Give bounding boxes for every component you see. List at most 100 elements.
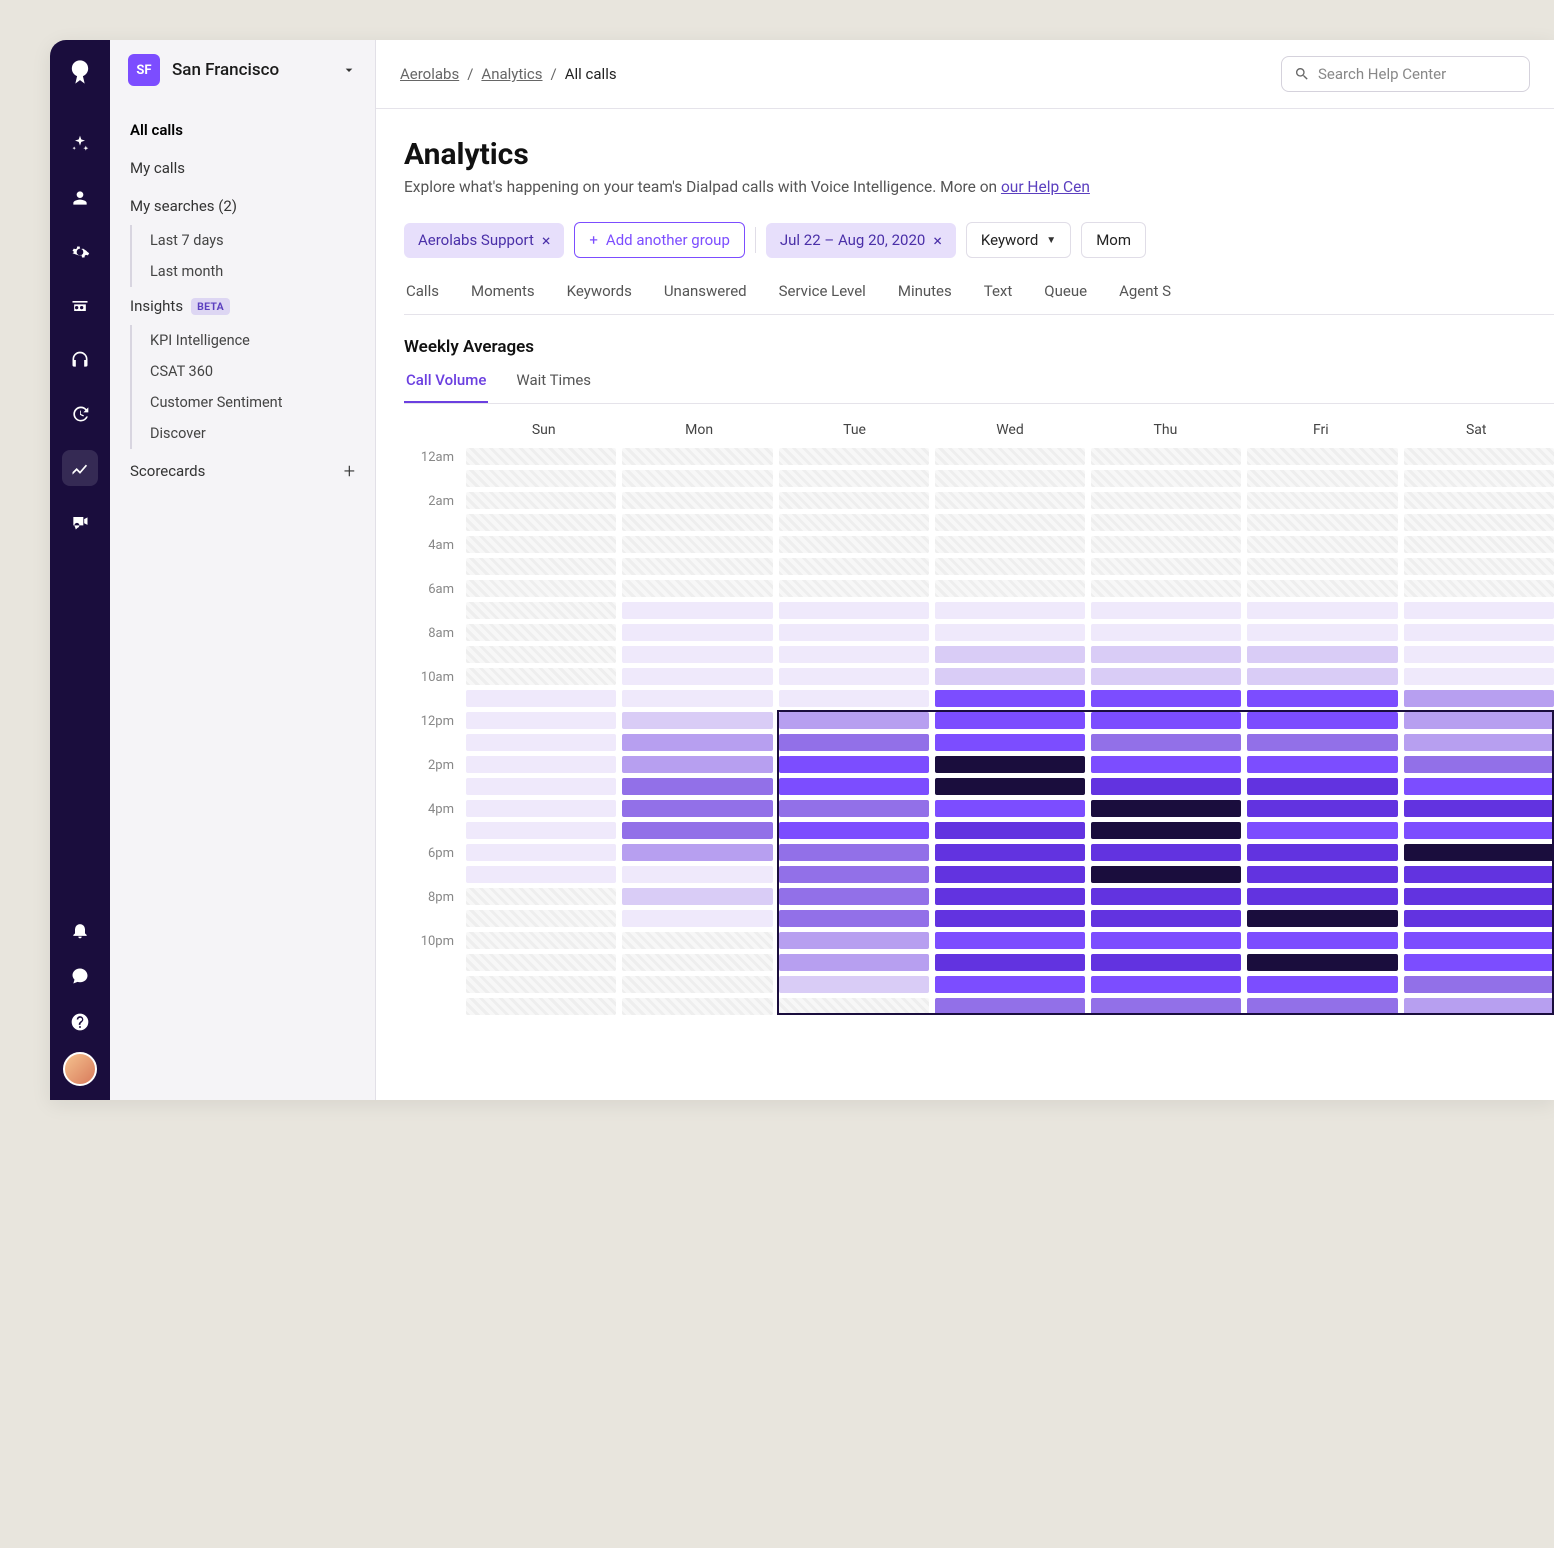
heatmap-cell[interactable]: [1247, 822, 1397, 839]
heatmap-cell[interactable]: [935, 800, 1085, 817]
heatmap-cell[interactable]: [466, 536, 616, 553]
user-avatar[interactable]: [63, 1052, 97, 1086]
tab[interactable]: Calls: [404, 282, 441, 314]
heatmap-cell[interactable]: [935, 910, 1085, 927]
subtab[interactable]: Wait Times: [514, 371, 593, 403]
heatmap-cell[interactable]: [935, 954, 1085, 971]
heatmap-cell[interactable]: [1091, 514, 1241, 531]
heatmap-cell[interactable]: [1091, 536, 1241, 553]
heatmap-cell[interactable]: [622, 470, 772, 487]
heatmap-cell[interactable]: [1091, 998, 1241, 1015]
heatmap-cell[interactable]: [622, 668, 772, 685]
nav-insight-item[interactable]: Customer Sentiment: [132, 387, 375, 418]
heatmap-cell[interactable]: [1247, 932, 1397, 949]
tab[interactable]: Queue: [1042, 282, 1089, 314]
heatmap-cell[interactable]: [1091, 910, 1241, 927]
person-icon[interactable]: [62, 180, 98, 216]
heatmap-cell[interactable]: [1247, 690, 1397, 707]
headset-icon[interactable]: [62, 342, 98, 378]
heatmap-cell[interactable]: [1404, 470, 1554, 487]
tab[interactable]: Unanswered: [662, 282, 749, 314]
heatmap-cell[interactable]: [1247, 734, 1397, 751]
heatmap-cell[interactable]: [779, 470, 929, 487]
heatmap-cell[interactable]: [779, 778, 929, 795]
heatmap-cell[interactable]: [466, 580, 616, 597]
heatmap-cell[interactable]: [466, 690, 616, 707]
heatmap-cell[interactable]: [779, 998, 929, 1015]
heatmap-cell[interactable]: [1247, 668, 1397, 685]
heatmap-cell[interactable]: [1247, 602, 1397, 619]
heatmap-cell[interactable]: [466, 756, 616, 773]
heatmap-cell[interactable]: [1404, 602, 1554, 619]
heatmap-cell[interactable]: [779, 448, 929, 465]
heatmap-cell[interactable]: [466, 932, 616, 949]
help-link[interactable]: our Help Cen: [1001, 178, 1090, 196]
tab[interactable]: Agent S: [1117, 282, 1173, 314]
heatmap-cell[interactable]: [779, 558, 929, 575]
heatmap-cell[interactable]: [622, 712, 772, 729]
heatmap-cell[interactable]: [779, 954, 929, 971]
heatmap-cell[interactable]: [1404, 800, 1554, 817]
heatmap-cell[interactable]: [622, 954, 772, 971]
heatmap-cell[interactable]: [935, 602, 1085, 619]
heatmap-cell[interactable]: [779, 976, 929, 993]
heatmap-cell[interactable]: [1091, 844, 1241, 861]
heatmap-cell[interactable]: [935, 844, 1085, 861]
heatmap-cell[interactable]: [1091, 580, 1241, 597]
heatmap-cell[interactable]: [779, 866, 929, 883]
heatmap-cell[interactable]: [1247, 910, 1397, 927]
nav-search-item[interactable]: Last month: [132, 256, 375, 287]
heatmap-cell[interactable]: [622, 932, 772, 949]
heatmap-cell[interactable]: [622, 536, 772, 553]
filter-group-chip[interactable]: Aerolabs Support ×: [404, 223, 564, 258]
heatmap-cell[interactable]: [466, 910, 616, 927]
heatmap-cell[interactable]: [622, 844, 772, 861]
heatmap-cell[interactable]: [622, 624, 772, 641]
close-icon[interactable]: ×: [542, 231, 551, 250]
heatmap-cell[interactable]: [1247, 954, 1397, 971]
heatmap-cell[interactable]: [779, 536, 929, 553]
heatmap-cell[interactable]: [622, 910, 772, 927]
heatmap-cell[interactable]: [1091, 976, 1241, 993]
tab[interactable]: Minutes: [896, 282, 954, 314]
nav-my-calls[interactable]: My calls: [110, 149, 375, 187]
heatmap-cell[interactable]: [935, 778, 1085, 795]
heatmap-cell[interactable]: [779, 822, 929, 839]
heatmap-cell[interactable]: [466, 448, 616, 465]
heatmap-cell[interactable]: [1404, 492, 1554, 509]
heatmap-cell[interactable]: [1091, 448, 1241, 465]
filter-date-chip[interactable]: Jul 22 – Aug 20, 2020 ×: [766, 223, 956, 258]
heatmap-cell[interactable]: [935, 470, 1085, 487]
heatmap-cell[interactable]: [935, 580, 1085, 597]
heatmap-cell[interactable]: [1404, 910, 1554, 927]
heatmap-cell[interactable]: [466, 844, 616, 861]
bell-icon[interactable]: [64, 914, 96, 946]
heatmap-cell[interactable]: [779, 602, 929, 619]
heatmap-cell[interactable]: [779, 756, 929, 773]
nav-all-calls[interactable]: All calls: [110, 111, 375, 149]
heatmap-cell[interactable]: [1404, 866, 1554, 883]
heatmap-cell[interactable]: [622, 690, 772, 707]
history-icon[interactable]: [62, 396, 98, 432]
heatmap-cell[interactable]: [622, 888, 772, 905]
heatmap-cell[interactable]: [1091, 492, 1241, 509]
heatmap-cell[interactable]: [779, 800, 929, 817]
heatmap-cell[interactable]: [466, 470, 616, 487]
heatmap-cell[interactable]: [466, 668, 616, 685]
heatmap-cell[interactable]: [1091, 470, 1241, 487]
heatmap-cell[interactable]: [1404, 734, 1554, 751]
heatmap-cell[interactable]: [466, 624, 616, 641]
nav-my-searches[interactable]: My searches (2): [110, 187, 375, 225]
heatmap-cell[interactable]: [935, 734, 1085, 751]
heatmap-cell[interactable]: [1247, 976, 1397, 993]
heatmap-cell[interactable]: [1091, 756, 1241, 773]
heatmap-cell[interactable]: [1247, 888, 1397, 905]
heatmap-cell[interactable]: [466, 998, 616, 1015]
heatmap-cell[interactable]: [1404, 536, 1554, 553]
heatmap-cell[interactable]: [1247, 514, 1397, 531]
heatmap-cell[interactable]: [466, 800, 616, 817]
heatmap-cell[interactable]: [1091, 954, 1241, 971]
analytics-icon[interactable]: [62, 450, 98, 486]
heatmap-cell[interactable]: [622, 558, 772, 575]
heatmap-cell[interactable]: [935, 536, 1085, 553]
